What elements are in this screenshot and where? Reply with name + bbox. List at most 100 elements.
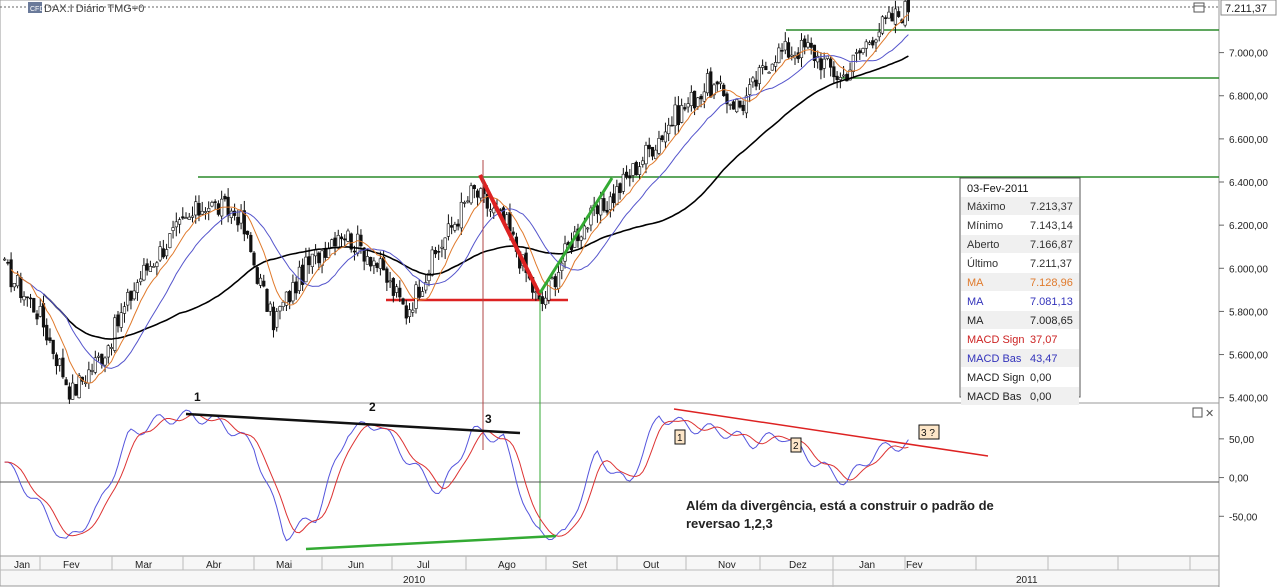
candle-body: [74, 384, 78, 396]
month-label: Dez: [789, 560, 807, 571]
pivot-label-1: 1: [194, 390, 201, 404]
dax-chart: CFD DAX.I Diário TMG+0 7.211,37 ✕ 7.000,…: [0, 0, 1277, 587]
info-row-value: 7.213,37: [1030, 201, 1073, 213]
candle-body: [181, 216, 185, 219]
candle-body: [233, 210, 237, 216]
candle-body: [294, 281, 298, 294]
candle-body: [304, 256, 308, 283]
boxed-label-3-text: 3 ?: [921, 428, 935, 439]
candle-body: [621, 173, 625, 192]
candle-body: [32, 298, 36, 313]
candle-body: [877, 31, 881, 38]
candle-body: [255, 267, 259, 284]
month-label: Mai: [276, 560, 292, 571]
candle-body: [190, 215, 195, 218]
candle-body: [602, 198, 606, 211]
price-tick-label: 6.800,00: [1229, 92, 1268, 103]
candle-body: [479, 188, 483, 199]
candle-body: [420, 291, 425, 297]
candle-body: [699, 95, 703, 100]
candle-body: [647, 144, 651, 150]
candle-body: [265, 288, 269, 312]
candle-body: [838, 77, 842, 81]
info-row-value: 7.211,37: [1030, 258, 1072, 270]
year-label: 2010: [403, 575, 426, 586]
candle-body: [145, 263, 149, 271]
candle-body: [187, 216, 191, 220]
candle-body: [450, 225, 454, 228]
price-tick-label: 5.600,00: [1229, 351, 1268, 362]
candle-body: [696, 97, 700, 107]
candle-body: [770, 63, 774, 71]
candle-body: [686, 103, 690, 108]
candle-body: [618, 183, 622, 193]
candle-body: [608, 196, 612, 210]
candle-body: [135, 282, 140, 293]
candle-body: [197, 203, 201, 216]
candle-body: [761, 65, 765, 68]
candle-body: [310, 253, 314, 267]
candle-body: [271, 306, 276, 331]
candle-body: [9, 259, 13, 288]
candle-body: [803, 38, 807, 48]
month-label: Jun: [348, 560, 364, 571]
info-row-value: 7.128,96: [1030, 277, 1073, 289]
candle-body: [268, 303, 272, 312]
candle-body: [155, 262, 159, 267]
candle-body: [184, 217, 188, 219]
macd-close-icon[interactable]: ✕: [1205, 408, 1214, 420]
macd-maximize-icon[interactable]: [1192, 407, 1203, 418]
candle-body: [767, 72, 771, 74]
candle-body: [631, 163, 635, 176]
candle-body: [731, 101, 736, 110]
candle-body: [650, 146, 655, 157]
candle-body: [168, 233, 172, 248]
info-row-label: Último: [967, 257, 998, 270]
candle-body: [825, 55, 829, 59]
candle-body: [508, 212, 512, 232]
candle-body: [171, 227, 175, 231]
candle-body: [223, 195, 227, 200]
candle-body: [751, 77, 755, 83]
candle-body: [139, 278, 143, 283]
candle-body: [262, 280, 266, 287]
candle-body: [388, 280, 392, 283]
candle-body: [58, 358, 62, 366]
month-label: Fev: [906, 560, 923, 571]
candle-body: [15, 275, 20, 287]
candle-body: [705, 73, 710, 94]
candle-body: [174, 221, 178, 228]
candle-body: [715, 81, 719, 85]
candle-body: [884, 17, 888, 19]
candle-body: [547, 280, 551, 301]
candle-body: [96, 355, 101, 358]
candle-body: [398, 287, 402, 298]
candle-body: [456, 223, 460, 227]
boxed-label-2-text: 2: [793, 441, 799, 452]
candle-body: [369, 257, 373, 267]
candle-body: [835, 75, 839, 80]
candle-body: [103, 357, 107, 366]
candle-body: [372, 260, 376, 266]
year-label: 2011: [1016, 575, 1038, 586]
candle-body: [313, 249, 318, 257]
candle-body: [790, 54, 794, 57]
candle-body: [54, 354, 59, 367]
candle-body: [278, 306, 282, 312]
candle-body: [394, 286, 399, 293]
info-row-value: 43,47: [1030, 353, 1058, 365]
candle-body: [339, 236, 344, 240]
candle-body: [667, 124, 671, 135]
candle-body: [252, 252, 256, 266]
maximize-icon[interactable]: [1193, 2, 1205, 13]
candle-body: [336, 235, 340, 249]
candle-body: [71, 382, 75, 400]
month-label: Abr: [206, 560, 222, 571]
candle-body: [822, 58, 826, 69]
candle-body: [28, 297, 33, 300]
macd-tick-label: -50,00: [1229, 512, 1258, 523]
info-row-value: 37,07: [1030, 334, 1058, 346]
candle-body: [194, 201, 198, 216]
candle-body: [385, 268, 389, 283]
candle-body: [637, 166, 642, 175]
